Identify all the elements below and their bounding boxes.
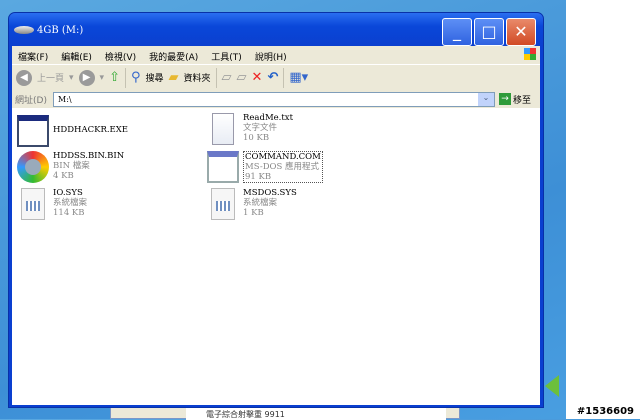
file-item[interactable]: HDDHACKR.EXE (17, 115, 128, 147)
maximize-button[interactable]: □ (474, 18, 504, 46)
address-bar: 網址(D) M:\ ⌄ → 移至 (12, 90, 540, 108)
copy-to-icon[interactable]: ▱ (237, 70, 247, 86)
menu-help[interactable]: 說明(H) (255, 50, 287, 63)
move-to-icon[interactable]: ▱ (222, 70, 232, 86)
file-size: 114 KB (53, 208, 85, 218)
file-item-selected[interactable]: COMMAND.COM MS-DOS 應用程式 91 KB (207, 151, 323, 183)
divider (215, 67, 217, 88)
file-item[interactable]: ReadMe.txt 文字文件 10 KB (207, 113, 293, 145)
back-arrow-icon[interactable]: ◀ (16, 69, 32, 86)
system-file-icon (211, 188, 235, 220)
forward-button[interactable]: ▶ (78, 69, 95, 86)
file-type: BIN 檔案 (53, 161, 90, 171)
window-title: 4GB (M:) (37, 25, 84, 36)
file-name: MSDOS.SYS (243, 188, 297, 198)
file-item[interactable]: IO.SYS 系統檔案 114 KB (17, 188, 87, 220)
delete-icon[interactable]: ✕ (252, 70, 263, 86)
go-arrow-icon: → (499, 93, 511, 105)
address-value: M:\ (58, 94, 72, 104)
menu-tools[interactable]: 工具(T) (211, 50, 242, 63)
file-type: 文字文件 (243, 123, 278, 133)
explorer-window: 4GB (M:) _ □ ✕ 檔案(F) 編輯(E) 檢視(V) 我的最愛(A)… (8, 12, 544, 408)
text-document-icon (212, 113, 234, 145)
folder-icon: ▰ (168, 69, 179, 85)
system-file-icon (21, 188, 45, 220)
file-name: IO.SYS (53, 188, 83, 198)
up-folder-icon[interactable]: ⇧ (109, 70, 120, 86)
menu-file[interactable]: 檔案(F) (18, 50, 48, 63)
divider (124, 67, 126, 88)
desktop-white-area (566, 0, 640, 419)
disk-app-icon (17, 151, 49, 183)
folders-button[interactable]: 資料夾 (184, 71, 211, 84)
search-button[interactable]: 搜尋 (146, 71, 164, 84)
file-list: HDDHACKR.EXE ReadMe.txt 文字文件 10 KB HDDSS.B… (12, 108, 540, 405)
title-bar[interactable]: 4GB (M:) _ □ ✕ (9, 13, 543, 46)
menu-view[interactable]: 檢視(V) (105, 50, 136, 63)
file-item[interactable]: MSDOS.SYS 系統檔案 1 KB (207, 188, 297, 220)
file-item[interactable]: HDDSS.BIN.BIN BIN 檔案 4 KB (17, 151, 124, 183)
views-icon[interactable]: ▦▾ (289, 70, 308, 86)
exe-window-icon (17, 115, 49, 147)
drive-icon (14, 26, 34, 34)
msdos-app-icon (207, 151, 239, 183)
divider (283, 67, 285, 88)
file-name: HDDHACKR.EXE (53, 125, 129, 135)
file-size: 91 KB (245, 172, 272, 182)
watermark: #1536609 (576, 406, 634, 417)
file-name: COMMAND.COM (245, 152, 321, 162)
back-button[interactable]: 上一頁 (37, 71, 64, 84)
address-input[interactable]: M:\ ⌄ (53, 91, 495, 107)
search-icon: ⚲ (130, 69, 141, 85)
go-label: 移至 (513, 95, 532, 106)
windows-logo-icon (524, 48, 536, 60)
toolbar: ◀ 上一頁 ▾ ▶ ▾ ⇧ ⚲ 搜尋 ▰ 資料夾 ▱ ▱ ✕ ↶ ▦▾ (12, 64, 540, 90)
minimize-button[interactable]: _ (442, 18, 472, 46)
menu-edit[interactable]: 編輯(E) (61, 50, 92, 63)
back-dropdown-icon[interactable]: ▾ (69, 73, 74, 83)
close-button[interactable]: ✕ (506, 18, 536, 46)
menu-favorites[interactable]: 我的最愛(A) (149, 50, 198, 63)
desktop-decoration (545, 375, 559, 397)
file-name: ReadMe.txt (243, 113, 293, 123)
file-size: 4 KB (53, 171, 74, 181)
address-dropdown-icon[interactable]: ⌄ (478, 92, 494, 106)
address-label: 網址(D) (15, 95, 47, 106)
file-type: 系統檔案 (243, 198, 278, 208)
file-type: 系統檔案 (53, 198, 88, 208)
file-size: 10 KB (243, 133, 270, 143)
file-type: MS-DOS 應用程式 (245, 162, 320, 172)
go-button[interactable]: → 移至 (499, 93, 531, 106)
forward-dropdown-icon[interactable]: ▾ (100, 73, 105, 83)
menu-bar: 檔案(F) 編輯(E) 檢視(V) 我的最愛(A) 工具(T) 說明(H) (12, 46, 540, 64)
undo-icon[interactable]: ↶ (267, 70, 278, 86)
file-size: 1 KB (243, 208, 264, 218)
file-name: HDDSS.BIN.BIN (53, 151, 125, 161)
